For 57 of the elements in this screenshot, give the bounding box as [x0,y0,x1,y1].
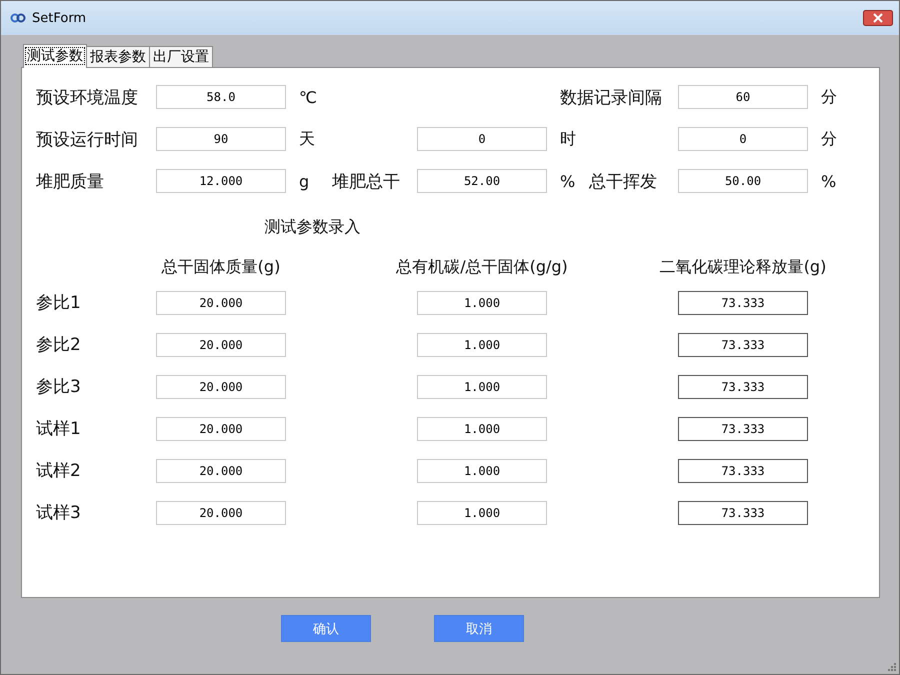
row-label: 试样3 [36,502,82,525]
input-field[interactable]: 20.000 [156,333,286,357]
row-label: 试样2 [36,460,82,483]
input-field[interactable]: 20.000 [156,459,286,483]
input-field[interactable]: 1.000 [417,417,547,441]
unit-label: % [559,172,576,190]
resize-grip-icon[interactable] [886,661,896,671]
unit-label: ℃ [298,88,317,106]
field-label: 数据记录间隔 [560,88,662,108]
app-icon [10,13,26,23]
unit-label: 时 [559,128,576,148]
input-field[interactable]: 1.000 [417,501,547,525]
input-field[interactable]: 1.000 [417,291,547,315]
row-label: 参比3 [36,376,82,399]
row-label: 试样1 [36,418,82,441]
input-field[interactable]: 52.00 [417,169,547,193]
output-field[interactable]: 73.333 [678,417,808,441]
unit-label: 天 [298,128,315,148]
output-field[interactable]: 73.333 [678,291,808,315]
input-field[interactable]: 50.00 [678,169,808,193]
field-label: 堆肥质量 [36,172,104,192]
output-field[interactable]: 73.333 [678,501,808,525]
input-field[interactable]: 20.000 [156,501,286,525]
input-field[interactable]: 60 [678,85,808,109]
unit-label: g [298,172,310,190]
input-field[interactable]: 20.000 [156,417,286,441]
row-label: 参比2 [36,334,82,357]
unit-label: 分 [820,86,837,106]
column-header: 二氧化碳理论释放量(g) [660,256,826,278]
output-field[interactable]: 73.333 [678,459,808,483]
input-field[interactable]: 1.000 [417,459,547,483]
field-label: 预设环境温度 [36,88,138,108]
tab[interactable]: 出厂设置 [149,46,213,67]
field-label: 预设运行时间 [36,130,138,150]
input-field[interactable]: 58.0 [156,85,286,109]
section-title: 测试参数录入 [264,217,360,236]
tab[interactable]: 测试参数 [23,44,87,68]
input-field[interactable]: 12.000 [156,169,286,193]
row-label: 参比1 [36,292,82,315]
input-field[interactable]: 1.000 [417,333,547,357]
tab[interactable]: 报表参数 [86,46,150,67]
input-field[interactable]: 20.000 [156,375,286,399]
input-field[interactable]: 1.000 [417,375,547,399]
unit-label: % [820,172,836,190]
output-field[interactable]: 73.333 [678,333,808,357]
input-field[interactable]: 0 [678,127,808,151]
input-field[interactable]: 0 [417,127,547,151]
column-header: 总有机碳/总干固体(g/g) [396,256,568,278]
field-label: 总干挥发 [589,172,657,192]
output-field[interactable]: 73.333 [678,375,808,399]
field-label: 堆肥总干 [332,172,400,192]
column-header: 总干固体质量(g) [162,256,280,278]
unit-label: 分 [820,128,837,148]
input-field[interactable]: 90 [156,127,286,151]
input-field[interactable]: 20.000 [156,291,286,315]
close-icon[interactable] [863,10,893,26]
window-title: SetForm [32,10,86,26]
